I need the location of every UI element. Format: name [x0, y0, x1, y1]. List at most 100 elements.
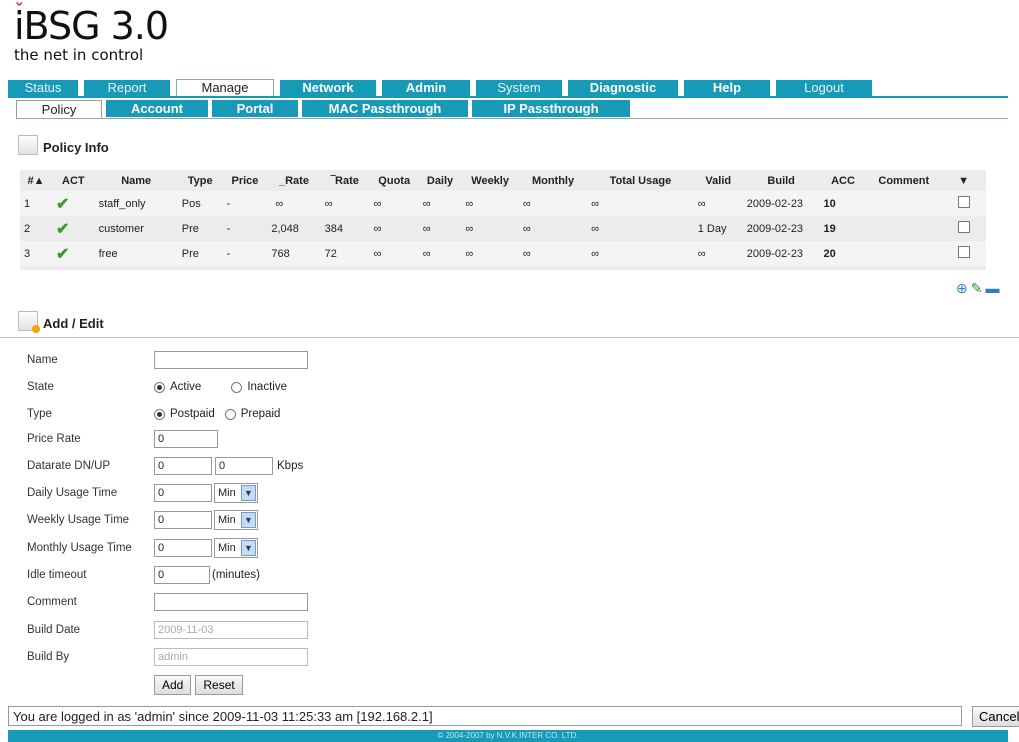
- policy-table-container: #▲ ACT Name Type Price _Rate ‾Rate Quota Daily We…: [20, 170, 986, 270]
- add-edit-icon: [18, 310, 40, 333]
- column-header[interactable]: ▼: [941, 170, 986, 191]
- tab-manage[interactable]: Manage: [176, 79, 274, 97]
- cell-drate: ∞: [267, 191, 321, 216]
- column-header[interactable]: Price: [223, 170, 268, 191]
- cancel-button[interactable]: Cancel: [972, 706, 1019, 727]
- weekly-input[interactable]: 0: [154, 511, 212, 529]
- cell-build: 2009-02-23: [746, 222, 804, 235]
- cell-type: Pre: [181, 222, 199, 235]
- cell-type: Pos: [177, 191, 223, 216]
- state-label: State: [27, 381, 54, 393]
- policy-info-icon: [18, 134, 38, 155]
- build-by-input: admin: [154, 648, 308, 666]
- datarate-row: Datarate DN/UP 0 0 Kbps: [27, 455, 303, 477]
- add-edit-header: Add / Edit: [18, 310, 104, 333]
- column-header[interactable]: Total Usage: [587, 170, 694, 191]
- row-checkbox[interactable]: [957, 196, 970, 208]
- daily-unit-select[interactable]: Min ▼: [214, 483, 258, 503]
- subtab-mac-passthrough[interactable]: MAC Passthrough: [302, 100, 468, 117]
- cell-price: -: [222, 241, 268, 266]
- tab-network[interactable]: Network: [280, 80, 376, 96]
- state-row: State Active Inactive: [27, 376, 317, 398]
- cell-urate: 72: [320, 241, 370, 266]
- idle-input[interactable]: 0: [154, 566, 210, 584]
- monthly-unit-select[interactable]: Min ▼: [214, 538, 258, 558]
- cell-urate: ∞: [320, 191, 370, 216]
- datarate-up-input[interactable]: 0: [215, 457, 273, 475]
- column-header[interactable]: _Rate: [267, 170, 320, 191]
- chevron-down-icon[interactable]: ▼: [241, 485, 256, 501]
- row-checkbox[interactable]: [957, 246, 970, 258]
- cell-price: -: [226, 222, 231, 235]
- subtab-portal[interactable]: Portal: [212, 100, 298, 117]
- cell-num: 1: [20, 191, 52, 216]
- type-label: Type: [27, 408, 52, 420]
- add-icon[interactable]: ⊕: [956, 280, 968, 297]
- datarate-dn-input[interactable]: 0: [154, 457, 212, 475]
- daily-input[interactable]: 0: [154, 484, 212, 502]
- edit-icon[interactable]: ✎: [971, 280, 983, 297]
- cell-acc: 20: [819, 241, 867, 266]
- footer-copyright: © 2004-2007 by N.V.K.INTER CO. LTD.: [8, 730, 1008, 742]
- tab-admin[interactable]: Admin: [382, 80, 470, 96]
- delete-icon[interactable]: ▬: [985, 280, 999, 297]
- cell-monthly: ∞: [518, 241, 588, 266]
- logo-tagline: the net in control: [14, 46, 144, 64]
- table-row[interactable]: 3 ✔ free Pre -768 72 ∞ ∞ ∞ ∞ ∞ ∞ 2009-02-23 20: [20, 241, 986, 266]
- column-header[interactable]: ‾Rate: [321, 170, 370, 191]
- column-header[interactable]: #▲: [20, 170, 52, 191]
- weekly-unit-select[interactable]: Min ▼: [214, 510, 258, 530]
- tab-system[interactable]: System: [476, 80, 562, 96]
- tab-diagnostic[interactable]: Diagnostic: [568, 80, 678, 96]
- type-prepaid-radio[interactable]: Prepaid: [224, 408, 280, 420]
- reset-button[interactable]: Reset: [195, 675, 243, 695]
- status-message: You are logged in as 'admin' since 2009-…: [8, 706, 962, 726]
- column-header[interactable]: Quota: [370, 170, 419, 191]
- idle-label: Idle timeout: [27, 569, 87, 581]
- cell-drate: 2,048: [271, 222, 299, 235]
- datarate-unit: Kbps: [277, 460, 304, 472]
- build-date-row: Build Date 2009-11-03: [27, 619, 308, 641]
- idle-unit: (minutes): [212, 569, 260, 581]
- tab-status[interactable]: Status: [8, 80, 78, 96]
- cell-price: -: [222, 191, 268, 216]
- chevron-down-icon[interactable]: ▼: [241, 512, 256, 528]
- table-row[interactable]: 2 ✔ customer Pre - 2,048 384 ∞ ∞ ∞ ∞ ∞ 1 Day 2009-02-…: [20, 216, 986, 241]
- subtab-policy[interactable]: Policy: [16, 100, 102, 118]
- column-header[interactable]: Name: [95, 170, 178, 191]
- column-header[interactable]: ACT: [52, 170, 95, 191]
- price-input[interactable]: 0: [154, 430, 218, 448]
- tab-help[interactable]: Help: [684, 80, 770, 96]
- row-select-cell: [941, 191, 986, 216]
- column-header[interactable]: Weekly: [461, 170, 519, 191]
- cell-total: ∞: [591, 222, 599, 235]
- tab-report[interactable]: Report: [84, 80, 170, 96]
- column-header[interactable]: Type: [178, 170, 223, 191]
- comment-input[interactable]: [154, 593, 308, 611]
- cell-daily: ∞: [422, 222, 431, 235]
- monthly-input[interactable]: 0: [154, 539, 212, 557]
- name-input[interactable]: [154, 351, 308, 369]
- tab-logout[interactable]: Logout: [776, 80, 872, 96]
- name-row: Name: [27, 349, 308, 371]
- cell-daily: ∞: [418, 191, 462, 216]
- cell-monthly: ∞: [518, 191, 588, 216]
- subtab-account[interactable]: Account: [106, 100, 208, 117]
- name-label: Name: [27, 354, 58, 366]
- cell-quota: ∞: [369, 241, 419, 266]
- subtab-ip-passthrough[interactable]: IP Passthrough: [472, 100, 630, 117]
- table-row[interactable]: 1 ✔ staff_only Pos - ∞ ∞ ∞ ∞ ∞ ∞ ∞ ∞ 2009-02-23 10: [20, 191, 986, 216]
- row-checkbox[interactable]: [957, 221, 970, 233]
- price-label: Price Rate: [27, 433, 81, 445]
- state-inactive-radio[interactable]: Inactive: [231, 381, 287, 393]
- type-postpaid-radio[interactable]: Postpaid: [154, 408, 215, 420]
- column-header[interactable]: Daily: [419, 170, 462, 191]
- state-active-radio[interactable]: Active: [154, 381, 201, 393]
- column-header[interactable]: Build: [743, 170, 820, 191]
- column-header[interactable]: Valid: [694, 170, 743, 191]
- column-header[interactable]: ACC: [820, 170, 867, 191]
- chevron-down-icon[interactable]: ▼: [241, 540, 256, 556]
- column-header[interactable]: Comment: [866, 170, 941, 191]
- add-button[interactable]: Add: [154, 675, 192, 695]
- column-header[interactable]: Monthly: [519, 170, 587, 191]
